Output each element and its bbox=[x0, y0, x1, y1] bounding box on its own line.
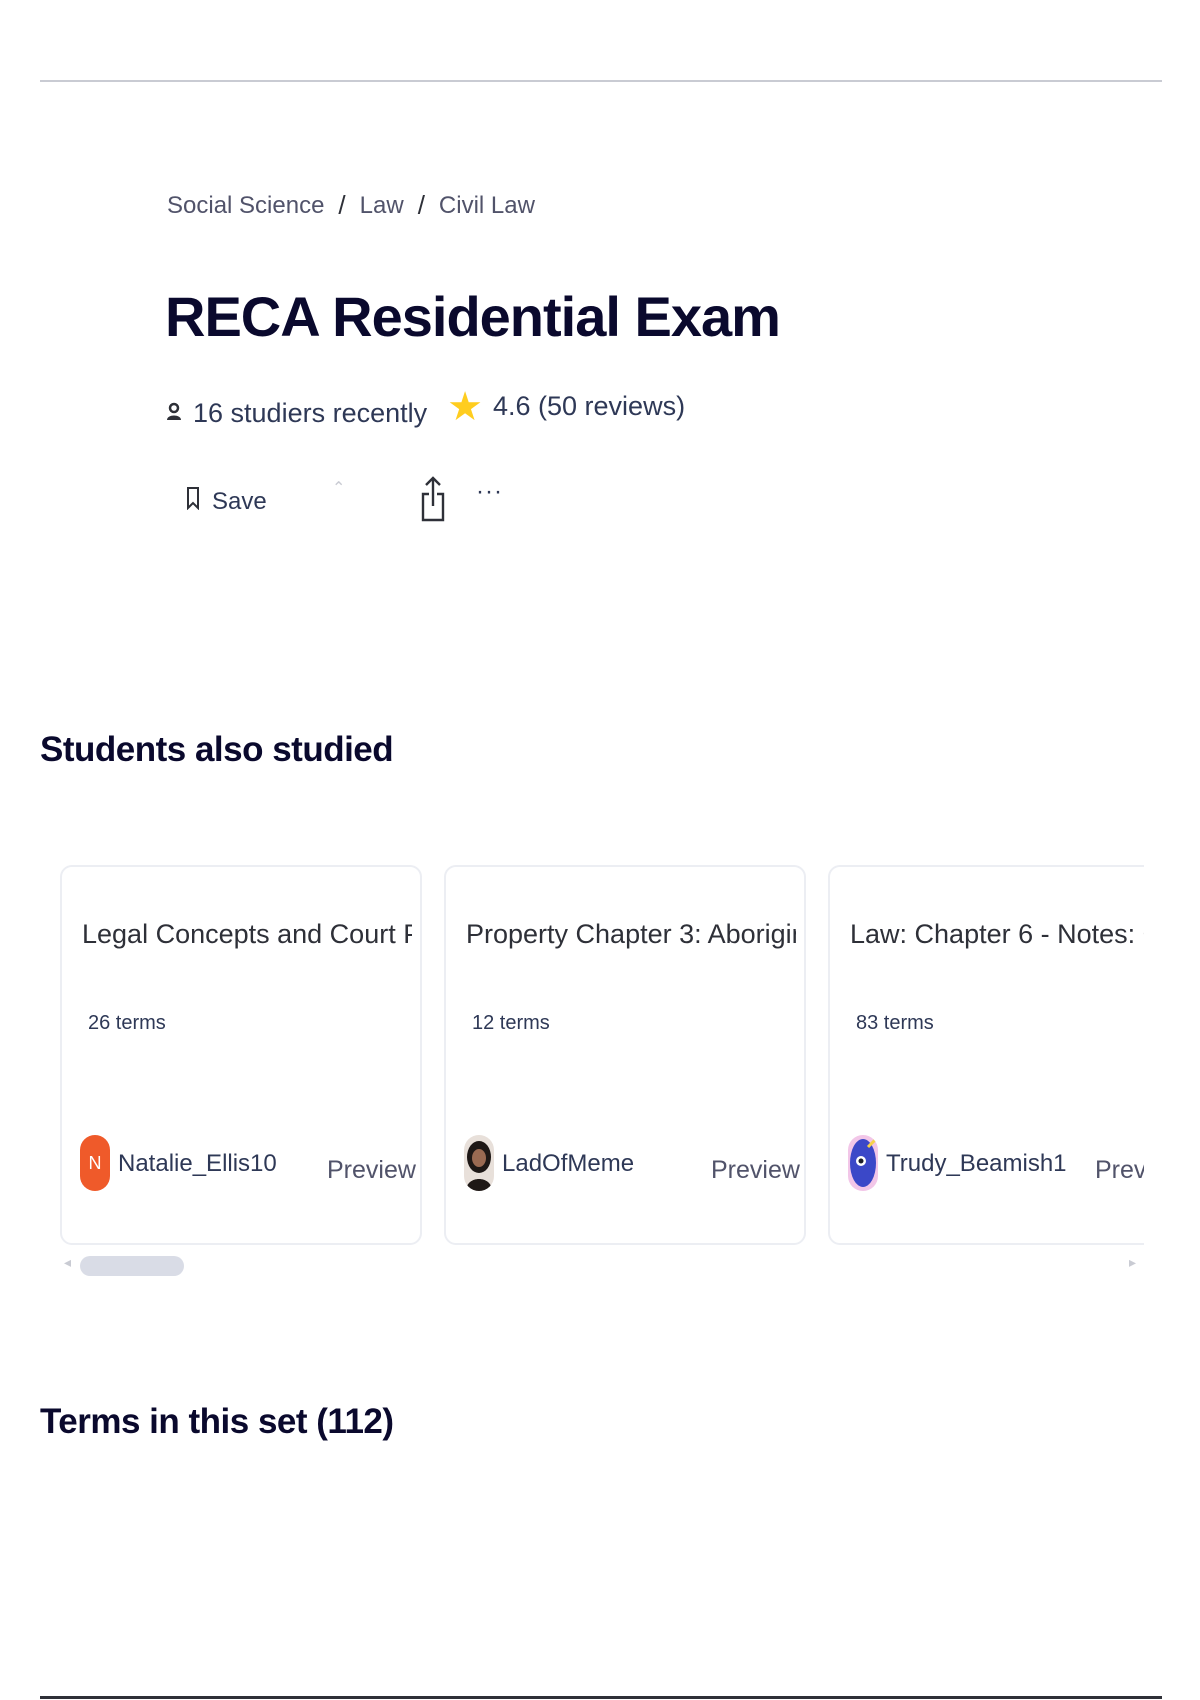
avatar bbox=[464, 1135, 494, 1191]
breadcrumb-civil-law[interactable]: Civil Law bbox=[439, 192, 535, 220]
character-avatar-icon bbox=[850, 1137, 878, 1187]
card-title: Legal Concepts and Court Procedur... bbox=[82, 919, 412, 949]
page-title: RECA Residential Exam bbox=[165, 285, 781, 348]
studiers-count: 16 studiers recently bbox=[193, 398, 428, 428]
avatar: N bbox=[80, 1135, 110, 1191]
card-username[interactable]: LadOfMeme bbox=[502, 1150, 634, 1178]
card-term-count: 83 terms bbox=[856, 1012, 934, 1034]
chevron-up-icon: ⌃ bbox=[332, 480, 346, 497]
card-username[interactable]: Trudy_Beamish1 bbox=[886, 1150, 1067, 1178]
breadcrumb-law[interactable]: Law bbox=[360, 192, 404, 220]
study-set-card[interactable]: Law: Chapter 6 - Notes: Offer 83 terms T… bbox=[828, 865, 1144, 1245]
carousel-scrollbar-thumb[interactable] bbox=[80, 1256, 184, 1276]
card-title: Law: Chapter 6 - Notes: Offer bbox=[850, 919, 1144, 949]
breadcrumb: Social Science / Law / Civil Law bbox=[167, 190, 535, 221]
study-set-card[interactable]: Property Chapter 3: Aboriginal Title... … bbox=[444, 865, 806, 1245]
rating-text: 4.6 (50 reviews) bbox=[492, 391, 686, 421]
study-set-card[interactable]: Legal Concepts and Court Procedur... 26 … bbox=[60, 865, 422, 1245]
more-options-button[interactable]: ··· bbox=[476, 478, 503, 506]
avatar bbox=[848, 1135, 878, 1191]
scroll-left-arrow-icon[interactable]: ◂ bbox=[64, 1254, 71, 1271]
terms-section-title: Terms in this set (112) bbox=[40, 1402, 394, 1441]
scroll-right-arrow-icon[interactable]: ▸ bbox=[1129, 1254, 1136, 1271]
preview-button[interactable]: Preview bbox=[1095, 1156, 1144, 1185]
bottom-divider bbox=[40, 1696, 1162, 1699]
card-title: Property Chapter 3: Aboriginal Title... bbox=[466, 919, 796, 949]
share-icon bbox=[420, 476, 446, 526]
set-meta: 16 studiers recently ★ 4.6 (50 reviews) bbox=[165, 387, 685, 429]
save-label: Save bbox=[212, 487, 267, 515]
person-avatar-icon bbox=[466, 1141, 492, 1191]
also-studied-carousel[interactable]: Legal Concepts and Court Procedur... 26 … bbox=[60, 865, 1144, 1285]
share-button[interactable] bbox=[420, 476, 446, 527]
avatar-initial: N bbox=[88, 1152, 102, 1173]
breadcrumb-social-science[interactable]: Social Science bbox=[167, 192, 324, 220]
breadcrumb-separator: / bbox=[417, 190, 425, 220]
star-icon: ★ bbox=[447, 384, 483, 429]
preview-button[interactable]: Preview bbox=[711, 1156, 800, 1185]
card-term-count: 12 terms bbox=[472, 1012, 550, 1034]
users-icon bbox=[165, 398, 183, 429]
set-actions: Save ⌃ ··· bbox=[186, 476, 526, 526]
breadcrumb-separator: / bbox=[338, 190, 346, 220]
save-button[interactable]: Save bbox=[186, 486, 267, 517]
rating[interactable]: ★ 4.6 (50 reviews) bbox=[447, 387, 685, 427]
preview-button[interactable]: Preview bbox=[327, 1156, 416, 1185]
top-divider bbox=[40, 80, 1162, 82]
card-username[interactable]: Natalie_Ellis10 bbox=[118, 1150, 277, 1178]
card-term-count: 26 terms bbox=[88, 1012, 166, 1034]
also-studied-title: Students also studied bbox=[40, 730, 394, 769]
studiers-info: 16 studiers recently bbox=[165, 398, 427, 429]
bookmark-icon bbox=[186, 486, 200, 517]
